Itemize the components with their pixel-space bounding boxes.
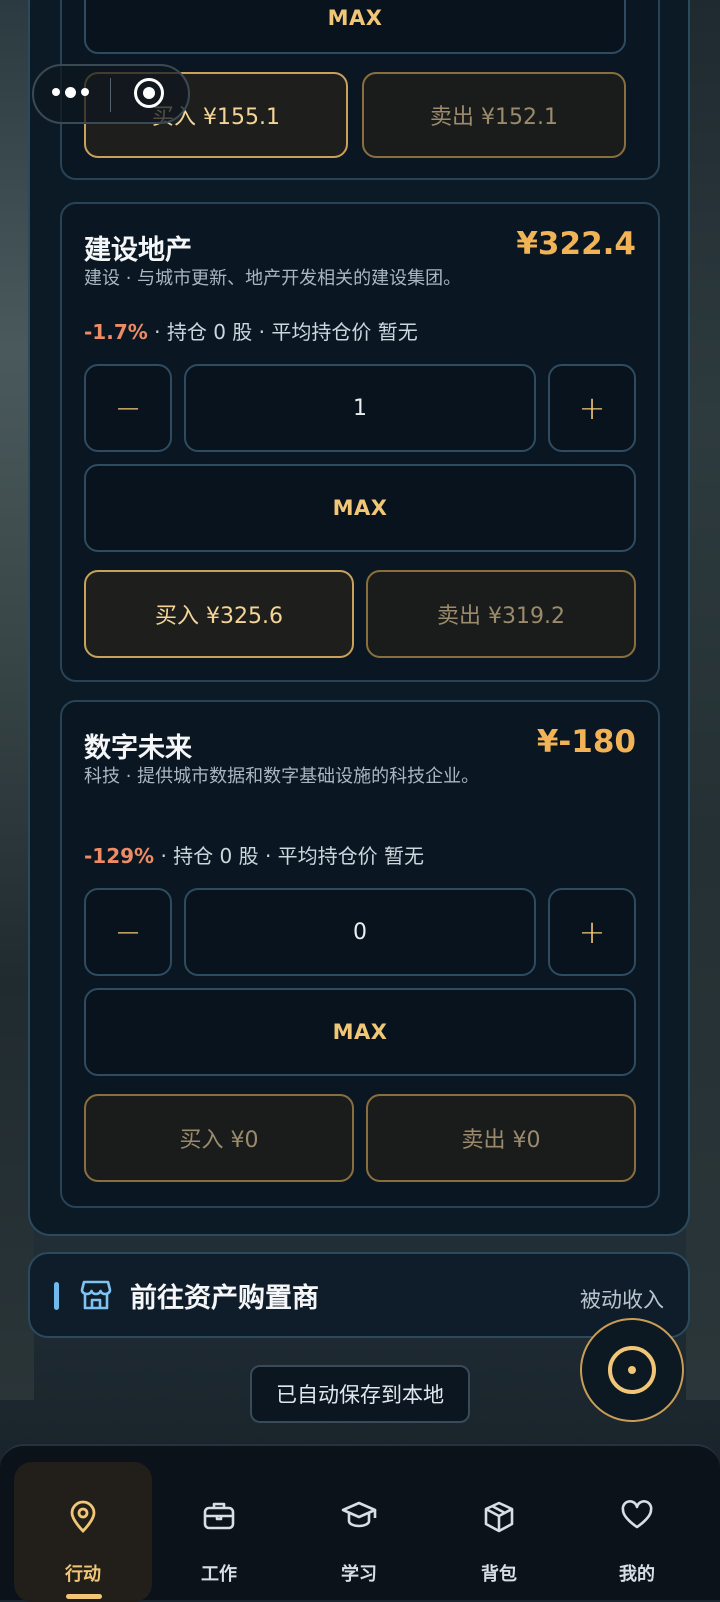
shop-title: 前往资产购置商 — [130, 1283, 319, 1314]
graduation-cap-icon — [341, 1500, 377, 1534]
stock-name: 数字未来 — [84, 733, 192, 764]
quantity-input[interactable]: 1 — [184, 364, 536, 452]
stock-description: 科技 · 提供城市数据和数字基础设施的科技企业。 — [84, 766, 480, 787]
max-label: MAX — [327, 6, 383, 30]
increase-button[interactable]: + — [548, 888, 636, 976]
passive-income-label: 被动收入 — [580, 1288, 664, 1312]
nav-item-action[interactable]: 行动 — [14, 1462, 152, 1602]
stock-price: ¥-180 — [536, 724, 636, 760]
max-button[interactable]: MAX — [84, 988, 636, 1076]
quantity-value: 0 — [353, 919, 367, 945]
decrease-button[interactable]: − — [84, 888, 172, 976]
floating-action-button[interactable] — [580, 1318, 684, 1422]
plus-icon: + — [578, 389, 606, 427]
active-indicator — [66, 1594, 102, 1599]
minus-icon: − — [114, 389, 142, 427]
quantity-value: 1 — [353, 395, 367, 421]
buy-button[interactable]: 买入 ¥325.6 — [84, 570, 354, 658]
buy-label: 买入 ¥325.6 — [155, 604, 283, 629]
max-label: MAX — [332, 496, 388, 520]
capsule-divider — [110, 78, 111, 112]
location-pin-icon — [68, 1500, 98, 1538]
max-button[interactable]: MAX — [84, 464, 636, 552]
sell-label: 卖出 ¥0 — [461, 1128, 541, 1153]
buy-button[interactable]: 买入 ¥0 — [84, 1094, 354, 1182]
autosave-status: 已自动保存到本地 — [250, 1365, 470, 1423]
sell-label: 卖出 ¥152.1 — [430, 105, 558, 130]
quantity-input[interactable]: 0 — [184, 888, 536, 976]
background-scenery-right — [686, 0, 720, 1400]
stock-holding: · 持仓 0 股 · 平均持仓价 暂无 — [154, 320, 418, 344]
nav-item-study[interactable]: 学习 — [290, 1462, 428, 1602]
nav-item-profile[interactable]: 我的 — [568, 1462, 706, 1602]
nav-label: 工作 — [201, 1564, 237, 1585]
increase-button[interactable]: + — [548, 364, 636, 452]
nav-label: 行动 — [65, 1564, 101, 1585]
asset-shop-banner[interactable]: 前往资产购置商 被动收入 — [28, 1252, 690, 1338]
sell-label: 卖出 ¥319.2 — [437, 604, 565, 629]
max-button[interactable]: MAX — [84, 0, 626, 54]
stock-card: 建设地产 ¥322.4 建设 · 与城市更新、地产开发相关的建设集团。 -1.7… — [60, 202, 660, 682]
nav-item-backpack[interactable]: 背包 — [430, 1462, 568, 1602]
decrease-button[interactable]: − — [84, 364, 172, 452]
accent-bar — [54, 1282, 59, 1310]
minus-icon: − — [114, 913, 142, 951]
max-label: MAX — [332, 1020, 388, 1044]
nav-item-work[interactable]: 工作 — [150, 1462, 288, 1602]
stock-change: -1.7% — [84, 320, 148, 344]
stock-holding: · 持仓 0 股 · 平均持仓价 暂无 — [160, 844, 425, 868]
package-icon — [482, 1500, 516, 1538]
sell-button[interactable]: 卖出 ¥319.2 — [366, 570, 636, 658]
buy-label: 买入 ¥0 — [179, 1128, 259, 1153]
nav-label: 学习 — [341, 1564, 377, 1585]
store-icon — [80, 1278, 112, 1316]
plus-icon: + — [578, 913, 606, 951]
stock-stats: -129% · 持仓 0 股 · 平均持仓价 暂无 — [84, 840, 424, 869]
miniprogram-capsule — [32, 64, 190, 124]
stock-description: 建设 · 与城市更新、地产开发相关的建设集团。 — [84, 268, 462, 289]
target-dot — [628, 1366, 636, 1374]
more-icon[interactable] — [52, 87, 89, 98]
bottom-nav: 行动 工作 学习 背包 我的 — [0, 1444, 720, 1602]
stock-name: 建设地产 — [84, 235, 192, 266]
stock-price: ¥322.4 — [516, 226, 636, 262]
sell-button[interactable]: 卖出 ¥0 — [366, 1094, 636, 1182]
nav-label: 我的 — [619, 1564, 655, 1585]
stock-card: 数字未来 ¥-180 科技 · 提供城市数据和数字基础设施的科技企业。 -129… — [60, 700, 660, 1208]
stock-change: -129% — [84, 844, 155, 868]
briefcase-icon — [202, 1500, 236, 1536]
close-target-icon[interactable] — [134, 78, 164, 108]
sell-button[interactable]: 卖出 ¥152.1 — [362, 72, 626, 158]
heart-icon — [620, 1500, 654, 1534]
stock-stats: -1.7% · 持仓 0 股 · 平均持仓价 暂无 — [84, 316, 418, 345]
nav-label: 背包 — [481, 1564, 517, 1585]
